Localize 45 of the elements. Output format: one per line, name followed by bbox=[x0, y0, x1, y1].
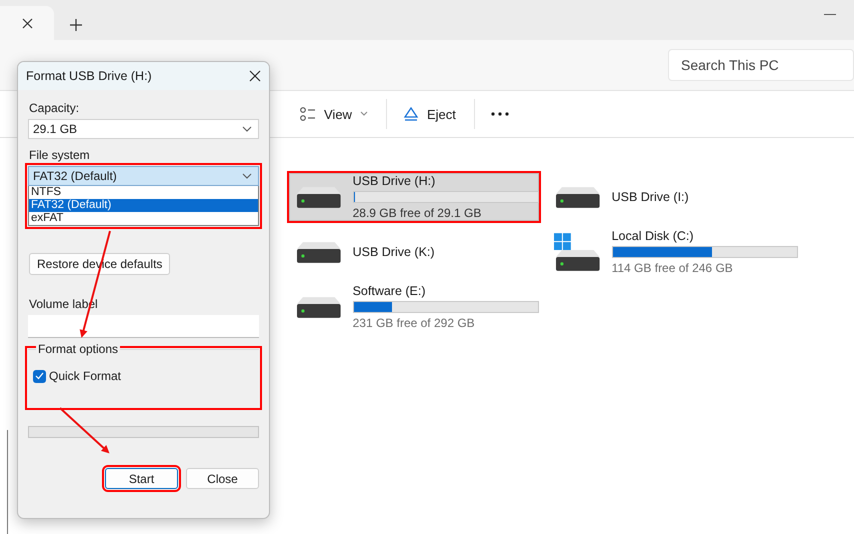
search-field[interactable]: Search This PC bbox=[668, 49, 854, 81]
free-space-text: 231 GB free of 292 GB bbox=[352, 316, 476, 330]
plus-icon[interactable] bbox=[70, 19, 82, 31]
file-system-label: File system bbox=[29, 148, 91, 162]
dialog-button[interactable]: Close bbox=[186, 468, 259, 489]
more-icon bbox=[490, 112, 509, 116]
drive-name: Software (E:) bbox=[352, 284, 427, 298]
drive-name: Local Disk (C:) bbox=[612, 229, 695, 243]
close-icon[interactable] bbox=[22, 18, 32, 28]
dropdown-option[interactable]: FAT32 (Default) bbox=[29, 199, 258, 212]
drive-item[interactable]: USB Drive (I:) bbox=[546, 171, 800, 223]
capacity-dropdown[interactable]: 29.1 GB bbox=[28, 119, 259, 139]
volume-label-field[interactable] bbox=[28, 315, 259, 338]
drive-item[interactable]: Software (E:) 231 GB free of 292 GB bbox=[287, 281, 541, 333]
checkbox[interactable] bbox=[33, 370, 46, 382]
checkbox-label: Quick Format bbox=[49, 369, 122, 383]
free-space-text: 28.9 GB free of 29.1 GB bbox=[352, 206, 482, 220]
capacity-label: Capacity: bbox=[29, 101, 80, 115]
dropdown-option[interactable]: NTFS bbox=[29, 186, 258, 199]
view-icon bbox=[300, 107, 316, 121]
drive-name: USB Drive (K:) bbox=[352, 245, 436, 259]
drive-item[interactable]: Local Disk (C:) 114 GB free of 246 GB bbox=[546, 226, 800, 278]
dropdown-option[interactable]: exFAT bbox=[29, 212, 258, 225]
drive-item[interactable]: USB Drive (K:) bbox=[287, 226, 541, 278]
drive-icon bbox=[295, 294, 343, 320]
dialog-title: Format USB Drive (H:) bbox=[26, 69, 152, 83]
eject-icon bbox=[402, 106, 419, 122]
caret-icon bbox=[360, 111, 368, 117]
drive-icon bbox=[295, 184, 343, 210]
system-drive-icon bbox=[554, 231, 602, 273]
caret-icon bbox=[242, 126, 252, 132]
view-button[interactable]: View bbox=[298, 98, 380, 130]
dialog-button[interactable]: Start bbox=[105, 468, 178, 489]
drive-icon bbox=[554, 184, 602, 210]
arrow bbox=[59, 407, 110, 454]
close-icon[interactable] bbox=[249, 70, 261, 82]
drive-name: USB Drive (I:) bbox=[612, 190, 690, 204]
group-title: Format options bbox=[36, 342, 120, 356]
file-system-dropdown[interactable]: FAT32 (Default) bbox=[28, 166, 259, 186]
drive-item[interactable]: USB Drive (H:) 28.9 GB free of 29.1 GB bbox=[287, 171, 541, 223]
caret-icon bbox=[242, 173, 252, 179]
free-space-text: 114 GB free of 246 GB bbox=[612, 261, 734, 275]
drive-icon bbox=[295, 239, 343, 265]
drive-name: USB Drive (H:) bbox=[352, 174, 436, 188]
eject-button[interactable]: Eject bbox=[400, 98, 468, 130]
